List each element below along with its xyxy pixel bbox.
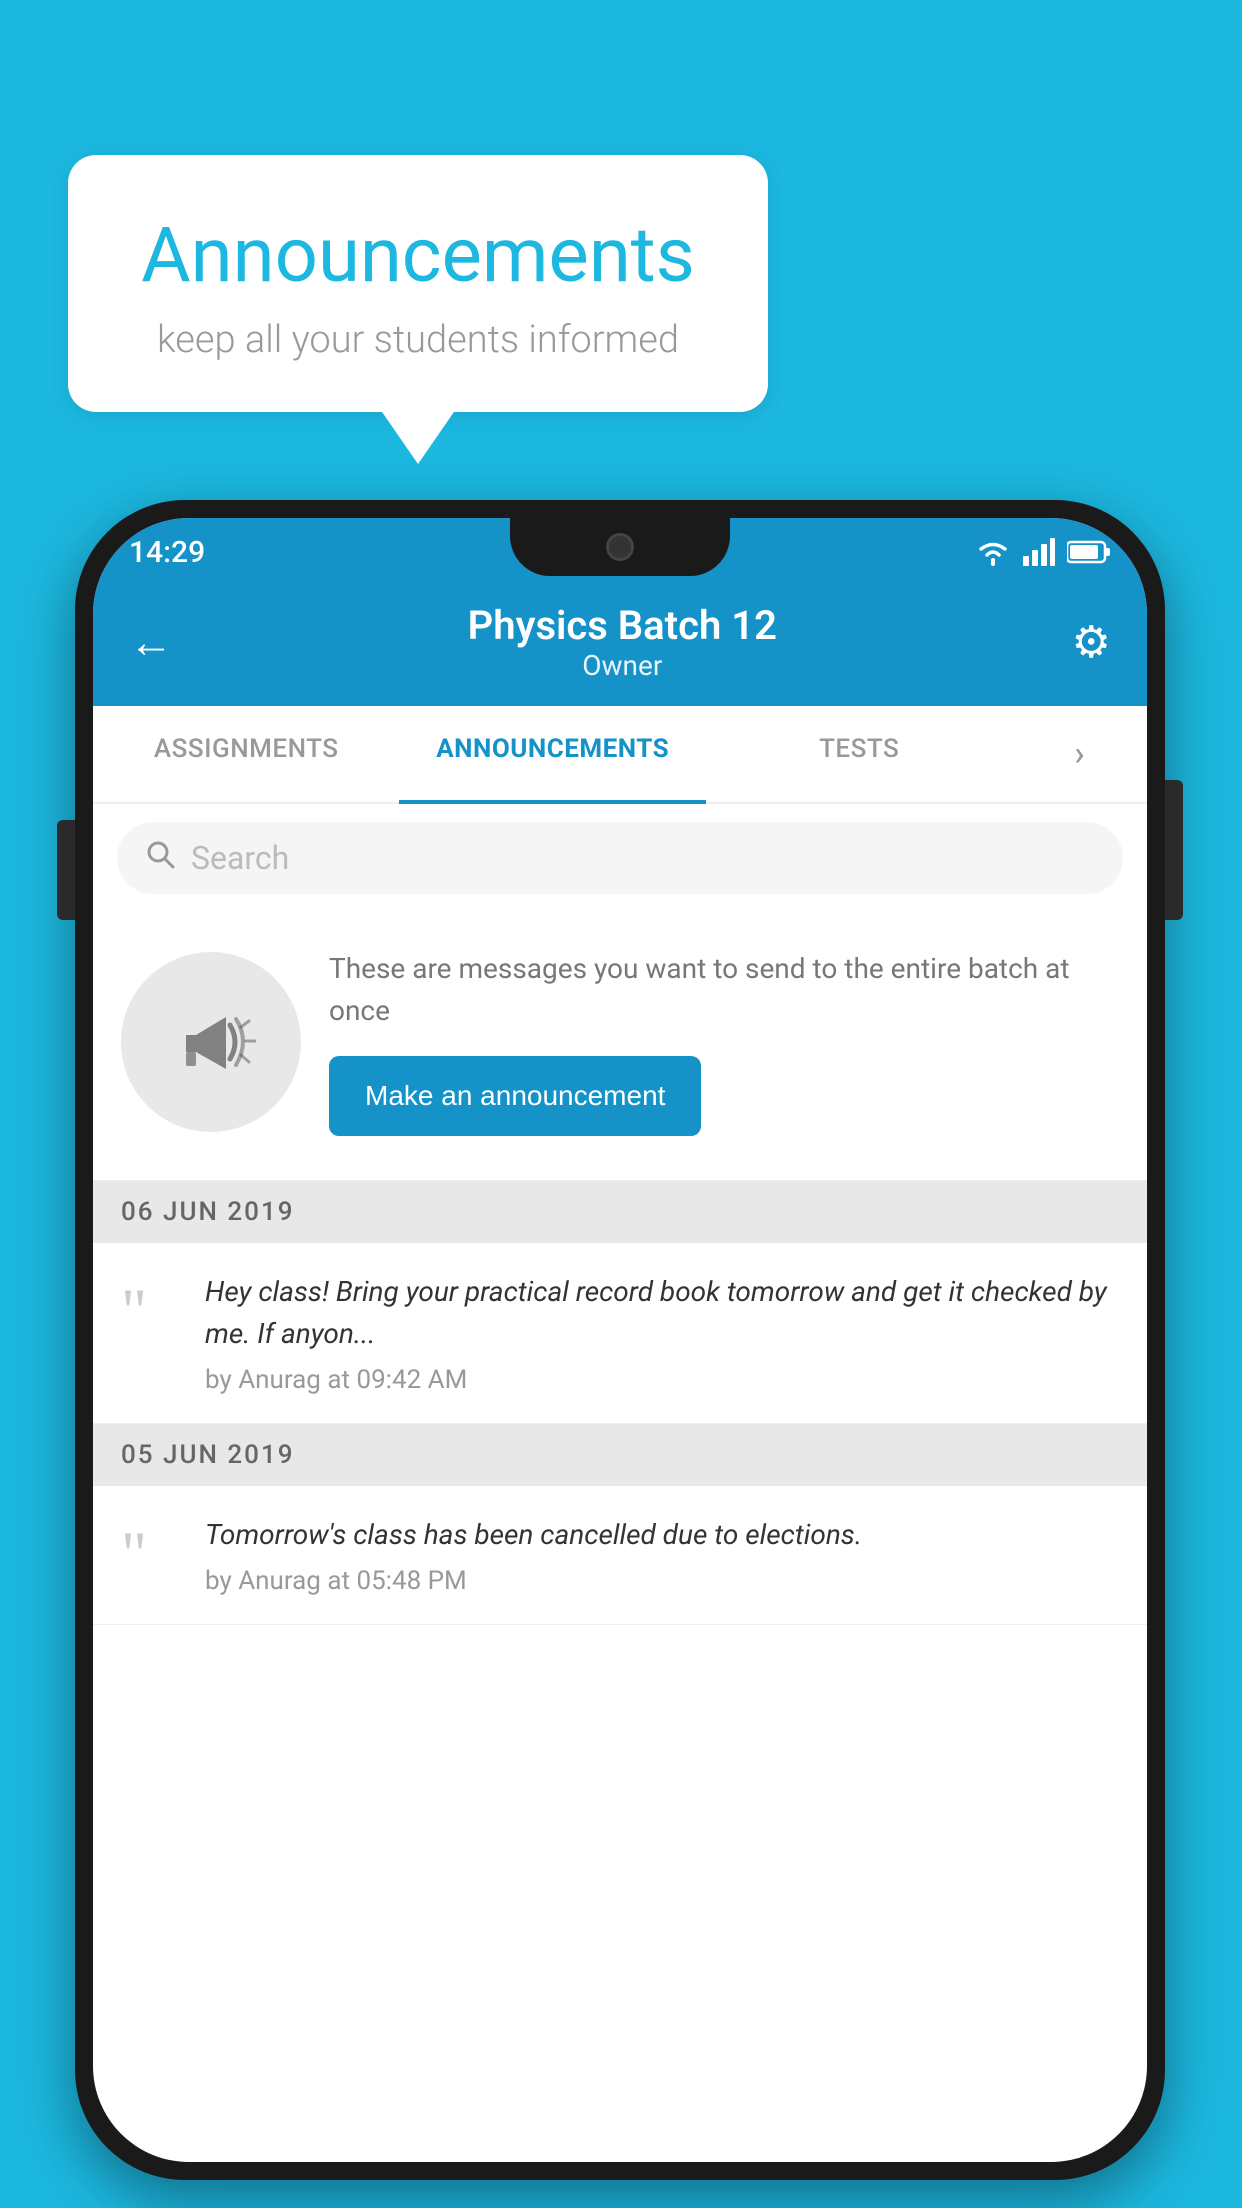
announcement-text: Hey class! Bring your practical record b…: [205, 1271, 1119, 1355]
phone-device: 14:29: [75, 500, 1165, 2180]
signal-icon: [1023, 538, 1055, 566]
tab-more[interactable]: ›: [1012, 706, 1147, 802]
announcement-content: Hey class! Bring your practical record b…: [205, 1271, 1119, 1395]
speech-bubble-subtitle: keep all your students informed: [128, 318, 708, 362]
announcement-content: Tomorrow's class has been cancelled due …: [205, 1514, 1119, 1596]
search-icon: [145, 838, 175, 878]
phone-screen: 14:29: [93, 518, 1147, 2162]
date-separator-1: 06 JUN 2019: [93, 1181, 1147, 1243]
announcement-meta: by Anurag at 09:42 AM: [205, 1365, 1119, 1395]
settings-button[interactable]: ⚙: [1072, 616, 1111, 668]
speech-bubble-card: Announcements keep all your students inf…: [68, 155, 768, 412]
speech-bubble-pointer: [380, 409, 456, 464]
back-button[interactable]: ←: [129, 616, 173, 668]
promo-icon-circle: [121, 952, 301, 1132]
list-item[interactable]: " Tomorrow's class has been cancelled du…: [93, 1486, 1147, 1625]
megaphone-icon: [166, 997, 256, 1087]
app-header: ← Physics Batch 12 Owner ⚙: [93, 586, 1147, 706]
batch-title: Physics Batch 12: [173, 602, 1072, 649]
front-camera: [606, 533, 634, 561]
tab-tests[interactable]: TESTS: [706, 706, 1012, 802]
phone-notch: [510, 518, 730, 576]
tab-announcements[interactable]: ANNOUNCEMENTS: [399, 706, 705, 802]
quote-icon: ": [121, 1522, 181, 1586]
search-container: Search: [93, 804, 1147, 912]
announcement-text: Tomorrow's class has been cancelled due …: [205, 1514, 1119, 1556]
date-separator-2: 05 JUN 2019: [93, 1424, 1147, 1486]
list-item[interactable]: " Hey class! Bring your practical record…: [93, 1243, 1147, 1424]
search-placeholder: Search: [191, 839, 289, 877]
tab-assignments[interactable]: ASSIGNMENTS: [93, 706, 399, 802]
wifi-icon: [975, 538, 1011, 566]
announcement-meta: by Anurag at 05:48 PM: [205, 1566, 1119, 1596]
promo-description: These are messages you want to send to t…: [329, 948, 1119, 1032]
status-time: 14:29: [129, 535, 205, 570]
make-announcement-button[interactable]: Make an announcement: [329, 1056, 701, 1136]
battery-icon: [1067, 539, 1111, 565]
content-area: Search: [93, 804, 1147, 1625]
promo-content: These are messages you want to send to t…: [329, 948, 1119, 1136]
speech-bubble-title: Announcements: [128, 210, 708, 300]
quote-icon: ": [121, 1279, 181, 1343]
header-center: Physics Batch 12 Owner: [173, 602, 1072, 682]
tabs-bar: ASSIGNMENTS ANNOUNCEMENTS TESTS ›: [93, 706, 1147, 804]
search-bar[interactable]: Search: [117, 822, 1123, 894]
promo-card: These are messages you want to send to t…: [93, 912, 1147, 1181]
batch-subtitle: Owner: [173, 649, 1072, 682]
status-icons: [975, 538, 1111, 566]
